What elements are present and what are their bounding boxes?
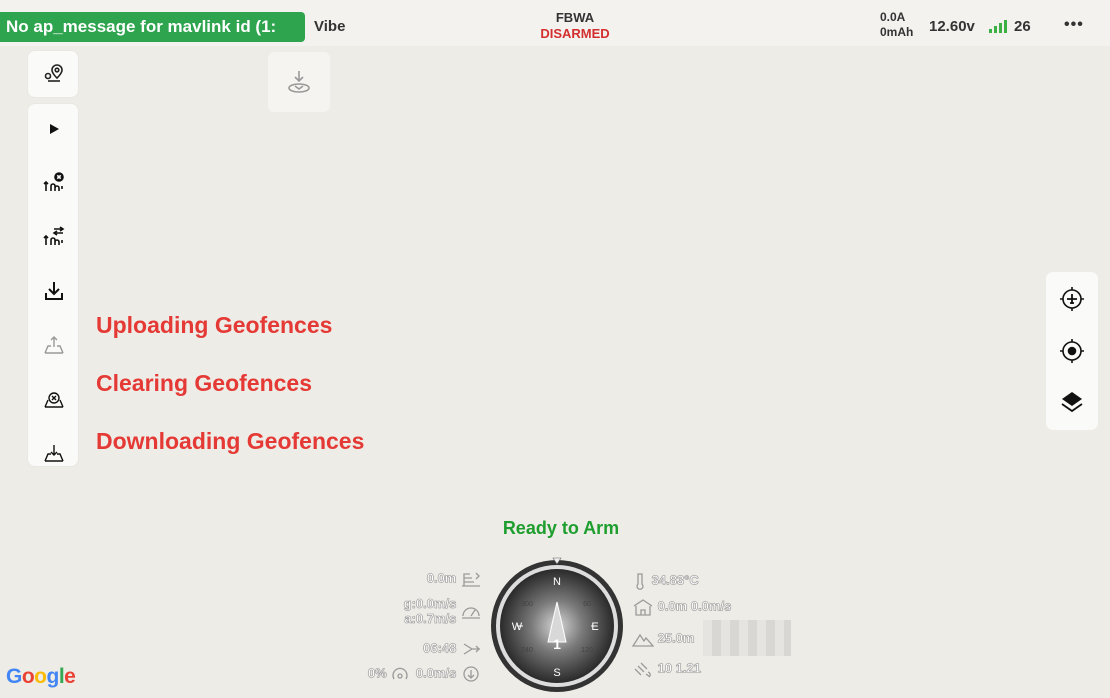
route-pin-icon[interactable] <box>41 61 67 87</box>
plan-panel <box>28 51 78 97</box>
speedometer-icon <box>462 607 480 619</box>
callout-clearing-geofences: Clearing Geofences <box>96 370 313 396</box>
telemetry-speed: g:0.0m/s a:0.7m/s <box>370 596 482 626</box>
flight-time-icon <box>463 643 480 655</box>
ready-to-arm-status[interactable]: Ready to Arm <box>448 518 674 539</box>
battery-voltage[interactable]: 12.60v <box>929 18 975 35</box>
flight-time-value: 06:48 <box>423 640 457 656</box>
satellite-icon <box>634 662 651 678</box>
callout-downloading-geofences: Downloading Geofences <box>96 428 365 454</box>
telemetry-throttle: 0% 0.0m/s <box>340 665 482 683</box>
top-status-bar: No ap_message for mavlink id (1: Vibe FB… <box>0 0 1110 46</box>
aircraft-center-icon[interactable] <box>1059 286 1085 312</box>
compass-tick-240: 240 <box>521 647 533 654</box>
home-distance-value: 0.0m <box>657 598 688 614</box>
compass-north: N <box>553 576 561 588</box>
compass-east: E <box>591 621 598 633</box>
compass-tick-300: 300 <box>521 601 533 608</box>
google-letter: o <box>21 665 35 688</box>
download-icon[interactable] <box>41 278 67 304</box>
battery-current[interactable]: 0.0A 0mAh <box>880 10 913 40</box>
home-distance-icon <box>633 599 653 616</box>
distance-value: 0.0m <box>426 570 457 586</box>
download-geofence-icon[interactable] <box>41 440 67 466</box>
map-layers-icon[interactable] <box>1059 389 1085 415</box>
google-letter: e <box>64 665 76 688</box>
throttle-icon <box>392 667 408 680</box>
distance-icon <box>462 572 480 587</box>
flight-mode: FBWA <box>555 10 595 25</box>
telemetry-gps: 10 1.21 <box>632 660 701 678</box>
consumed-value: 0mAh <box>880 25 914 39</box>
telemetry-distance: 0.0m <box>400 570 482 588</box>
compass-heading-indicator: N S E W 60 120 240 300 1 <box>491 557 623 692</box>
geofence-swap-icon[interactable] <box>41 224 67 250</box>
throttle-value: 0% <box>367 665 387 681</box>
compass-tick-60: 60 <box>583 601 591 608</box>
status-message-banner[interactable]: No ap_message for mavlink id (1: <box>0 12 305 42</box>
geofence-clear-icon[interactable] <box>41 170 67 196</box>
takeoff-icon <box>288 71 310 93</box>
telemetry-altitude: 25.0m <box>632 630 695 648</box>
google-letter: G <box>6 665 22 688</box>
clear-geofence-icon[interactable] <box>41 386 67 412</box>
flight-mode-indicator[interactable]: FBWA DISARMED <box>520 10 630 42</box>
compass-south: S <box>553 667 560 679</box>
compass-tick-120: 120 <box>581 647 593 654</box>
gps-value: 10 1.21 <box>657 660 701 676</box>
redacted-location <box>703 620 791 656</box>
google-letter: o <box>34 665 47 688</box>
compass-west: W <box>512 621 523 633</box>
geofence-toolbar <box>28 104 78 466</box>
telemetry-flight-time: 06:48 <box>400 640 482 658</box>
google-logo: Google <box>6 665 76 689</box>
altitude-icon <box>632 633 654 647</box>
my-location-icon[interactable] <box>1059 338 1085 364</box>
play-icon[interactable] <box>41 116 67 142</box>
arm-state: DISARMED <box>540 26 610 41</box>
telemetry-temperature: 34.83°C <box>632 572 699 590</box>
signal-bars-icon[interactable] <box>987 19 1013 33</box>
current-value: 0.0A <box>880 10 906 24</box>
home-speed-value: 0.0m/s <box>690 598 732 614</box>
ground-speed-value: g:0.0m/s <box>403 596 457 612</box>
more-menu-button[interactable]: ••• <box>1064 16 1084 34</box>
vario-icon <box>463 666 479 682</box>
takeoff-button[interactable] <box>268 52 330 112</box>
air-speed-value: a:0.7m/s <box>404 611 457 627</box>
satellite-count[interactable]: 26 <box>1014 18 1031 35</box>
thermometer-icon <box>636 573 644 590</box>
vehicle-name[interactable]: Vibe <box>314 18 345 35</box>
climb-rate-value: 0.0m/s <box>415 665 457 681</box>
telemetry-home: 0.0m 0.0m/s <box>632 598 732 616</box>
upload-geofence-icon[interactable] <box>41 332 67 358</box>
heading-index: 1 <box>553 636 561 652</box>
google-letter: g <box>46 665 60 688</box>
temperature-value: 34.83°C <box>651 572 699 588</box>
altitude-value: 25.0m <box>657 630 695 646</box>
map-controls <box>1046 272 1098 430</box>
callout-uploading-geofences: Uploading Geofences <box>96 312 333 338</box>
